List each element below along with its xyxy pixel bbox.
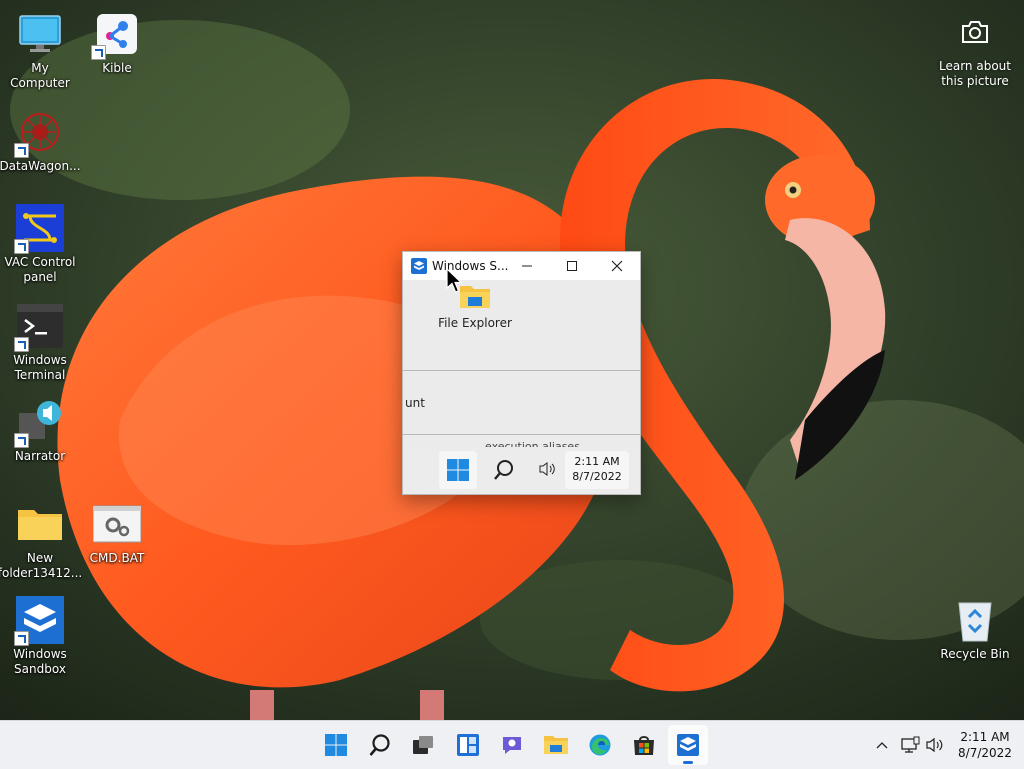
sandbox-volume-button[interactable] xyxy=(536,457,558,481)
sandbox-taskbar: 2:11 AM 8/7/2022 xyxy=(403,447,640,494)
narrator-icon xyxy=(14,398,64,448)
windows-sandbox-icon xyxy=(677,734,699,756)
divider xyxy=(403,434,640,435)
mouse-cursor-icon xyxy=(446,268,462,293)
desktop-icon-narrator[interactable]: Narrator xyxy=(0,398,80,464)
task-view-icon xyxy=(413,736,433,754)
clock-time: 2:11 AM xyxy=(960,730,1010,744)
store-icon xyxy=(634,736,654,755)
maximize-icon xyxy=(567,261,577,271)
network-button[interactable] xyxy=(900,735,920,755)
window-titlebar[interactable]: Windows S... xyxy=(403,252,640,280)
shortcut-arrow-icon xyxy=(14,143,29,158)
desktop-icon-datawagon[interactable]: DataWagon... xyxy=(0,108,81,174)
search-icon xyxy=(494,460,513,480)
shortcut-arrow-icon xyxy=(14,433,29,448)
desktop-icon-label: Recycle Bin xyxy=(940,647,1010,661)
monitor-icon xyxy=(16,10,64,58)
terminal-icon xyxy=(14,302,64,352)
file-explorer-icon xyxy=(460,286,490,308)
start-icon xyxy=(325,734,347,756)
shortcut-arrow-icon xyxy=(91,45,106,60)
widgets-icon xyxy=(457,734,479,756)
datawagon-icon xyxy=(14,108,64,158)
desktop-icon-new-folder[interactable]: New folder13412... xyxy=(0,500,83,581)
recycle-bin-icon xyxy=(951,596,999,644)
sandbox-start-button[interactable] xyxy=(439,451,477,489)
learn-about-label: Learn about this picture xyxy=(939,59,1011,88)
close-icon xyxy=(611,260,623,272)
desktop-icon-label: Windows Terminal xyxy=(13,353,67,382)
chat-icon xyxy=(503,737,521,754)
shortcut-arrow-icon xyxy=(14,239,29,254)
taskbar-task-view-button[interactable] xyxy=(403,725,443,765)
file-explorer-label: File Explorer xyxy=(438,316,512,330)
vac-control-panel-icon xyxy=(14,204,64,254)
desktop-icon-label: Kible xyxy=(102,61,132,75)
taskbar-file-explorer-button[interactable] xyxy=(536,725,576,765)
sandbox-icon xyxy=(14,596,64,646)
partial-text: unt xyxy=(405,396,425,410)
taskbar-store-button[interactable] xyxy=(624,725,664,765)
desktop-icon-kible[interactable]: Kible xyxy=(77,10,157,76)
taskbar-windows-sandbox-button[interactable] xyxy=(668,725,708,765)
minimize-icon xyxy=(522,265,532,267)
taskbar-clock[interactable]: 2:11 AM 8/7/2022 xyxy=(952,729,1018,761)
taskbar-chat-button[interactable] xyxy=(492,725,532,765)
network-icon xyxy=(901,736,920,753)
batch-file-icon xyxy=(93,500,141,548)
sandbox-clock[interactable]: 2:11 AM 8/7/2022 xyxy=(565,451,629,489)
taskbar-widgets-button[interactable] xyxy=(448,725,488,765)
taskbar-search-button[interactable] xyxy=(360,725,400,765)
desktop-icon-cmd-bat[interactable]: CMD.BAT xyxy=(77,500,157,566)
edge-icon xyxy=(589,734,611,756)
windows-sandbox-window[interactable]: Windows S... File Explorer unt execution… xyxy=(402,251,641,495)
close-button[interactable] xyxy=(594,252,640,280)
sandbox-clock-date: 8/7/2022 xyxy=(572,470,622,483)
taskbar-edge-button[interactable] xyxy=(580,725,620,765)
desktop-icon-windows-terminal[interactable]: Windows Terminal xyxy=(0,302,80,383)
camera-icon xyxy=(955,15,995,49)
volume-button[interactable] xyxy=(925,735,945,755)
shortcut-arrow-icon xyxy=(14,631,29,646)
sandbox-search-button[interactable] xyxy=(487,453,521,487)
desktop-icon-label: DataWagon... xyxy=(0,159,81,173)
clock-date: 8/7/2022 xyxy=(958,746,1012,760)
folder-icon xyxy=(16,500,64,548)
desktop-icon-label: Narrator xyxy=(14,449,66,463)
desktop-icon-label: New folder13412... xyxy=(0,551,83,580)
learn-about-picture[interactable]: Learn about this picture xyxy=(935,15,1015,89)
shortcut-arrow-icon xyxy=(14,337,29,352)
windows-logo-icon xyxy=(447,459,469,481)
file-explorer-icon xyxy=(544,736,568,754)
minimize-button[interactable] xyxy=(504,252,550,280)
sandbox-icon xyxy=(411,258,427,274)
search-icon xyxy=(369,734,390,756)
show-hidden-icons-button[interactable] xyxy=(873,735,891,755)
desktop-icon-my-computer[interactable]: My Computer xyxy=(0,10,80,91)
desktop-icon-label: CMD.BAT xyxy=(89,551,145,565)
taskbar: 2:11 AM 8/7/2022 xyxy=(0,720,1024,769)
desktop-icon-label: Windows Sandbox xyxy=(13,647,67,676)
taskbar-start-button[interactable] xyxy=(316,725,356,765)
divider xyxy=(403,370,640,371)
window-title: Windows S... xyxy=(432,259,509,273)
chevron-up-icon xyxy=(876,742,888,749)
sandbox-desktop-area: File Explorer unt execution aliases xyxy=(403,280,640,494)
volume-icon xyxy=(926,737,943,753)
maximize-button[interactable] xyxy=(549,252,595,280)
kible-icon xyxy=(91,10,141,60)
running-indicator xyxy=(683,761,693,764)
volume-icon xyxy=(539,462,555,476)
desktop-icon-label: My Computer xyxy=(10,61,70,90)
desktop-icon-recycle-bin[interactable]: Recycle Bin xyxy=(935,596,1015,662)
desktop-icon-windows-sandbox[interactable]: Windows Sandbox xyxy=(0,596,80,677)
desktop-icon-vac-control-panel[interactable]: VAC Control panel xyxy=(0,204,80,285)
desktop-icon-label: VAC Control panel xyxy=(4,255,76,284)
sandbox-clock-time: 2:11 AM xyxy=(574,455,620,468)
